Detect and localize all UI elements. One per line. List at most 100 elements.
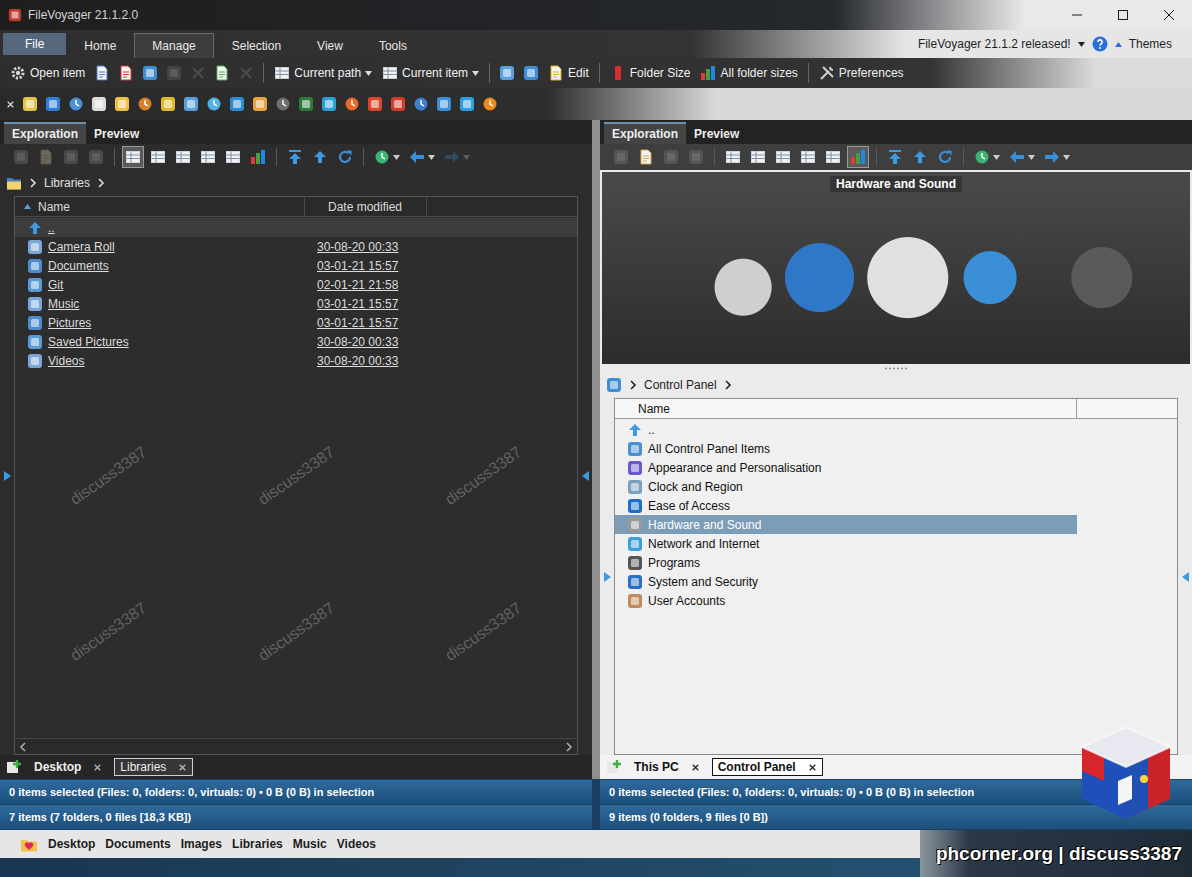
details-view-button[interactable] — [722, 146, 744, 168]
breadcrumb-item[interactable]: Control Panel — [644, 378, 717, 392]
menu-tab[interactable]: View — [299, 33, 361, 58]
pane-tab[interactable]: Exploration — [4, 122, 86, 144]
app-launcher-button[interactable] — [390, 96, 406, 112]
history-button[interactable] — [371, 146, 403, 168]
forward-button[interactable] — [441, 146, 473, 168]
folder-tab[interactable]: Libraries — [114, 758, 193, 776]
go-up-button[interactable] — [909, 146, 931, 168]
shortcut-button[interactable] — [139, 62, 161, 84]
favorite-folder[interactable]: Images — [181, 837, 222, 851]
app-launcher-button[interactable] — [321, 96, 337, 112]
themes-button[interactable]: Themes — [1129, 37, 1172, 51]
rename-button[interactable] — [685, 146, 707, 168]
edit-button[interactable]: Edit — [544, 62, 593, 84]
medium-icons-view-button[interactable] — [797, 146, 819, 168]
back-button[interactable] — [1006, 146, 1038, 168]
file-row[interactable]: Videos30-08-20 00:33 — [15, 351, 577, 370]
forward-button[interactable] — [1041, 146, 1073, 168]
copy-button[interactable] — [163, 62, 185, 84]
close-quick-launch-button[interactable] — [6, 100, 15, 109]
file-row[interactable]: Clock and Region — [615, 477, 1077, 496]
file-row[interactable]: Saved Pictures30-08-20 00:33 — [15, 332, 577, 351]
pane-tab[interactable]: Exploration — [604, 122, 686, 144]
column-header[interactable]: Name — [15, 197, 305, 216]
list-view-button[interactable] — [147, 146, 169, 168]
collapse-arrow-icon[interactable] — [4, 471, 11, 481]
thumbnails-view-button[interactable] — [847, 146, 869, 168]
app-launcher-button[interactable] — [68, 96, 84, 112]
file-row[interactable]: User Accounts — [615, 591, 1077, 610]
folder-tab[interactable]: Control Panel — [712, 758, 823, 776]
preview-splitter[interactable] — [600, 364, 1192, 372]
paste-button[interactable] — [635, 146, 657, 168]
paste-button[interactable] — [35, 146, 57, 168]
file-row[interactable]: Documents03-01-21 15:57 — [15, 256, 577, 275]
small-icons-view-button[interactable] — [772, 146, 794, 168]
file-row[interactable]: Git02-01-21 21:58 — [15, 275, 577, 294]
menu-tab[interactable]: Tools — [361, 33, 425, 58]
new-document-button[interactable] — [211, 62, 233, 84]
large-icons-view-button[interactable] — [222, 146, 244, 168]
app-launcher-button[interactable] — [91, 96, 107, 112]
favorite-folder[interactable]: Documents — [105, 837, 170, 851]
close-button[interactable] — [1146, 0, 1192, 30]
favorite-folder[interactable]: Videos — [337, 837, 376, 851]
file-row[interactable]: All Control Panel Items — [615, 439, 1077, 458]
file-row[interactable]: Camera Roll30-08-20 00:33 — [15, 237, 577, 256]
file-menu-button[interactable]: File — [3, 33, 66, 55]
open-item-button[interactable]: Open item — [6, 62, 89, 84]
file-row[interactable]: .. — [15, 218, 577, 237]
pane-tab[interactable]: Preview — [686, 122, 747, 144]
menu-tab[interactable]: Home — [66, 33, 134, 58]
preferences-button[interactable]: Preferences — [815, 62, 908, 84]
delete-button[interactable] — [660, 146, 682, 168]
app-launcher-button[interactable] — [459, 96, 475, 112]
app-launcher-button[interactable] — [367, 96, 383, 112]
list-view-button[interactable] — [747, 146, 769, 168]
go-root-button[interactable] — [884, 146, 906, 168]
collapse-arrow-icon[interactable] — [1182, 572, 1189, 582]
column-header[interactable]: Name — [615, 399, 1077, 418]
details-view-button[interactable] — [122, 146, 144, 168]
folder-tab[interactable]: Desktop — [28, 758, 108, 776]
collapse-arrow-icon[interactable] — [604, 572, 611, 582]
document-button[interactable] — [91, 62, 113, 84]
app-launcher-button[interactable] — [206, 96, 222, 112]
breadcrumb-item[interactable]: Libraries — [44, 176, 90, 190]
favorite-folder[interactable]: Music — [293, 837, 327, 851]
app-launcher-button[interactable] — [160, 96, 176, 112]
horizontal-scrollbar[interactable] — [15, 738, 577, 754]
file-row[interactable]: Ease of Access — [615, 496, 1077, 515]
folder-size-button[interactable]: Folder Size — [606, 62, 695, 84]
app-launcher-button[interactable] — [275, 96, 291, 112]
menu-tab[interactable]: Selection — [214, 33, 299, 58]
delete-button[interactable] — [60, 146, 82, 168]
app-launcher-button[interactable] — [413, 96, 429, 112]
app-launcher-button[interactable] — [137, 96, 153, 112]
file-row[interactable]: Network and Internet — [615, 534, 1077, 553]
maximize-button[interactable] — [1100, 0, 1146, 30]
app-launcher-button[interactable] — [252, 96, 268, 112]
column-header[interactable]: Date modified — [305, 197, 427, 216]
app-launcher-button[interactable] — [183, 96, 199, 112]
history-button[interactable] — [971, 146, 1003, 168]
file-row[interactable]: Pictures03-01-21 15:57 — [15, 313, 577, 332]
collapse-arrow-icon[interactable] — [582, 471, 589, 481]
file-row[interactable]: System and Security — [615, 572, 1077, 591]
app-launcher-button[interactable] — [229, 96, 245, 112]
app-launcher-button[interactable] — [114, 96, 130, 112]
file-row[interactable]: Appearance and Personalisation — [615, 458, 1077, 477]
favorite-folder[interactable]: Libraries — [232, 837, 283, 851]
file-row[interactable]: .. — [615, 420, 1077, 439]
app-launcher-button[interactable] — [298, 96, 314, 112]
file-row[interactable]: Programs — [615, 553, 1077, 572]
refresh-button[interactable] — [934, 146, 956, 168]
minimize-button[interactable] — [1054, 0, 1100, 30]
rename-button[interactable] — [85, 146, 107, 168]
cut-button[interactable] — [610, 146, 632, 168]
window-button[interactable] — [496, 62, 518, 84]
refresh-button[interactable] — [334, 146, 356, 168]
folder-tab[interactable]: This PC — [628, 758, 706, 776]
go-up-button[interactable] — [309, 146, 331, 168]
go-root-button[interactable] — [284, 146, 306, 168]
